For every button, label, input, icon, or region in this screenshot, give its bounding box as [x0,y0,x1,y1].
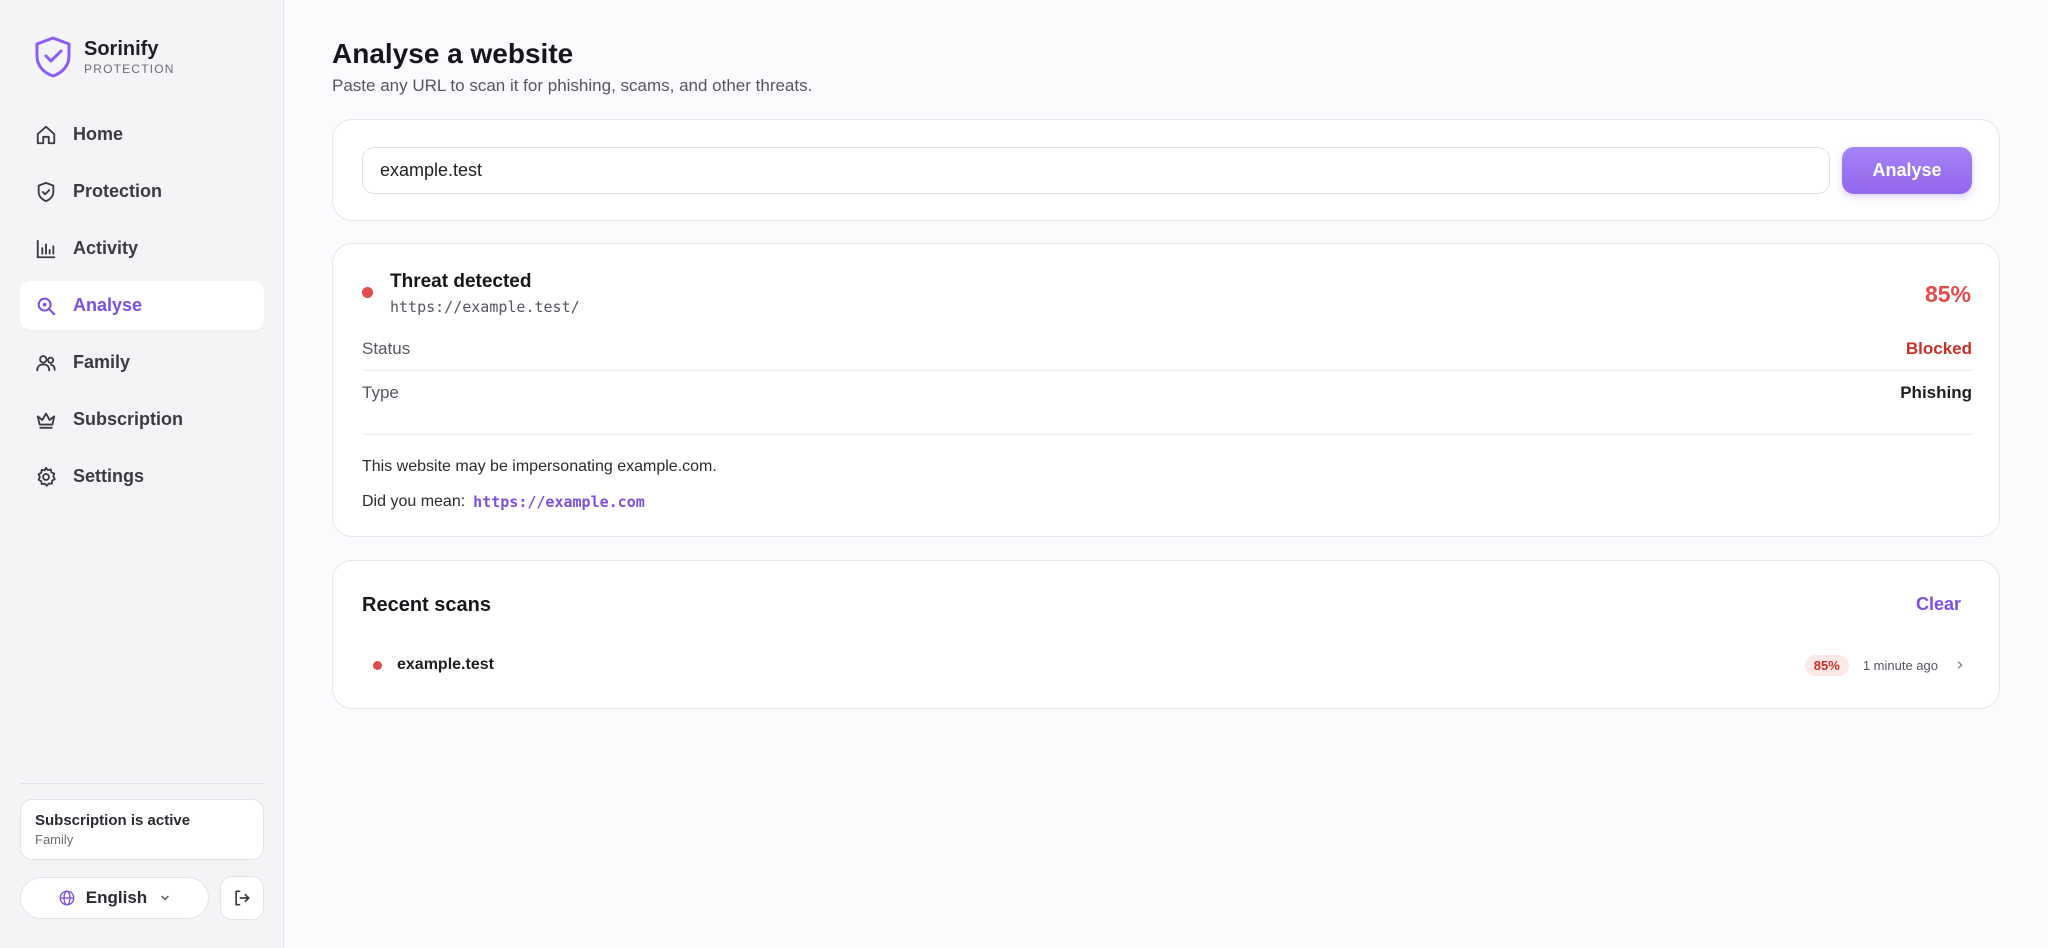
impersonation-note: This website may be impersonating exampl… [362,458,717,475]
sidebar-item-label: Settings [73,466,145,486]
result-title: Threat detected [390,271,532,292]
language-selector[interactable]: English [20,877,209,919]
chevron-down-icon [161,895,170,901]
home-icon [34,123,58,147]
threat-indicator-dot [362,287,373,298]
subscription-status: Subscription is active [35,812,191,829]
page-subtitle: Paste any URL to scan it for phishing, s… [332,76,813,95]
did-you-mean: Did you mean: https://example.com [362,493,645,511]
sidebar-nav: Home Protection Activity Analyse Family [20,110,264,509]
scan-host: example.test [397,656,494,673]
type-value: Phishing [1900,383,1972,402]
suggested-url-link[interactable]: https://example.com [473,493,645,511]
globe-icon [59,890,75,906]
status-value: Blocked [1905,338,1972,358]
sidebar-item-subscription[interactable]: Subscription [20,395,264,444]
language-label: English [85,888,148,907]
type-label: Type [362,383,399,402]
bar-chart-icon [34,237,58,261]
recent-scans-card: Recent scans Clear example.test 85% 1 mi… [332,560,2000,709]
brand-subtitle: PROTECTION [84,62,175,76]
sidebar-item-label: Home [73,124,124,144]
subscription-plan: Family [35,832,74,847]
status-label: Status [362,338,411,358]
clear-button[interactable]: Clear [1916,594,1961,615]
analyse-form-card: Analyse [332,119,2000,221]
sidebar-item-family[interactable]: Family [20,338,264,387]
sidebar-item-activity[interactable]: Activity [20,224,264,273]
sidebar-item-label: Protection [73,181,163,201]
shield-icon [34,180,58,204]
sidebar-item-settings[interactable]: Settings [20,452,264,501]
risk-score: 85% [1924,281,1971,307]
brand[interactable]: Sorinify PROTECTION [34,36,175,78]
result-url: https://example.test/ [390,298,580,316]
result-divider [362,434,1972,435]
sidebar-item-analyse[interactable]: Analyse [20,281,264,330]
sidebar-item-protection[interactable]: Protection [20,167,264,216]
chevron-right-icon [1952,657,1968,673]
status-row: Status Blocked [362,327,1972,371]
brand-name: Sorinify [84,38,159,60]
recent-scans-title: Recent scans [362,594,491,616]
gear-icon [34,465,58,489]
url-input[interactable] [362,147,1830,194]
sidebar-item-home[interactable]: Home [20,110,264,159]
analyse-button[interactable]: Analyse [1842,147,1972,194]
sidebar: Sorinify PROTECTION Home Protection Acti… [0,0,284,948]
crown-icon [34,408,58,432]
type-row: Type Phishing [362,371,1972,415]
sidebar-item-label: Analyse [73,295,143,315]
recent-scan-item[interactable]: example.test 85% 1 minute ago [362,645,1972,685]
scan-time: 1 minute ago [1862,657,1938,673]
sidebar-divider [20,783,264,784]
logout-icon [235,890,250,906]
logout-button[interactable] [220,876,264,920]
did-you-mean-label: Did you mean: [362,493,466,510]
shield-check-icon [35,36,71,78]
sidebar-item-label: Subscription [73,409,184,429]
sidebar-item-label: Activity [73,238,139,258]
sidebar-item-label: Family [73,352,131,372]
scan-result-card: Threat detected https://example.test/ 85… [332,243,2000,537]
subscription-status-card[interactable]: Subscription is active Family [20,799,264,860]
users-icon [34,351,58,375]
score-badge: 85% [1804,654,1849,676]
search-icon [34,294,58,318]
page-title: Analyse a website [332,38,574,69]
threat-indicator-dot [373,660,382,670]
